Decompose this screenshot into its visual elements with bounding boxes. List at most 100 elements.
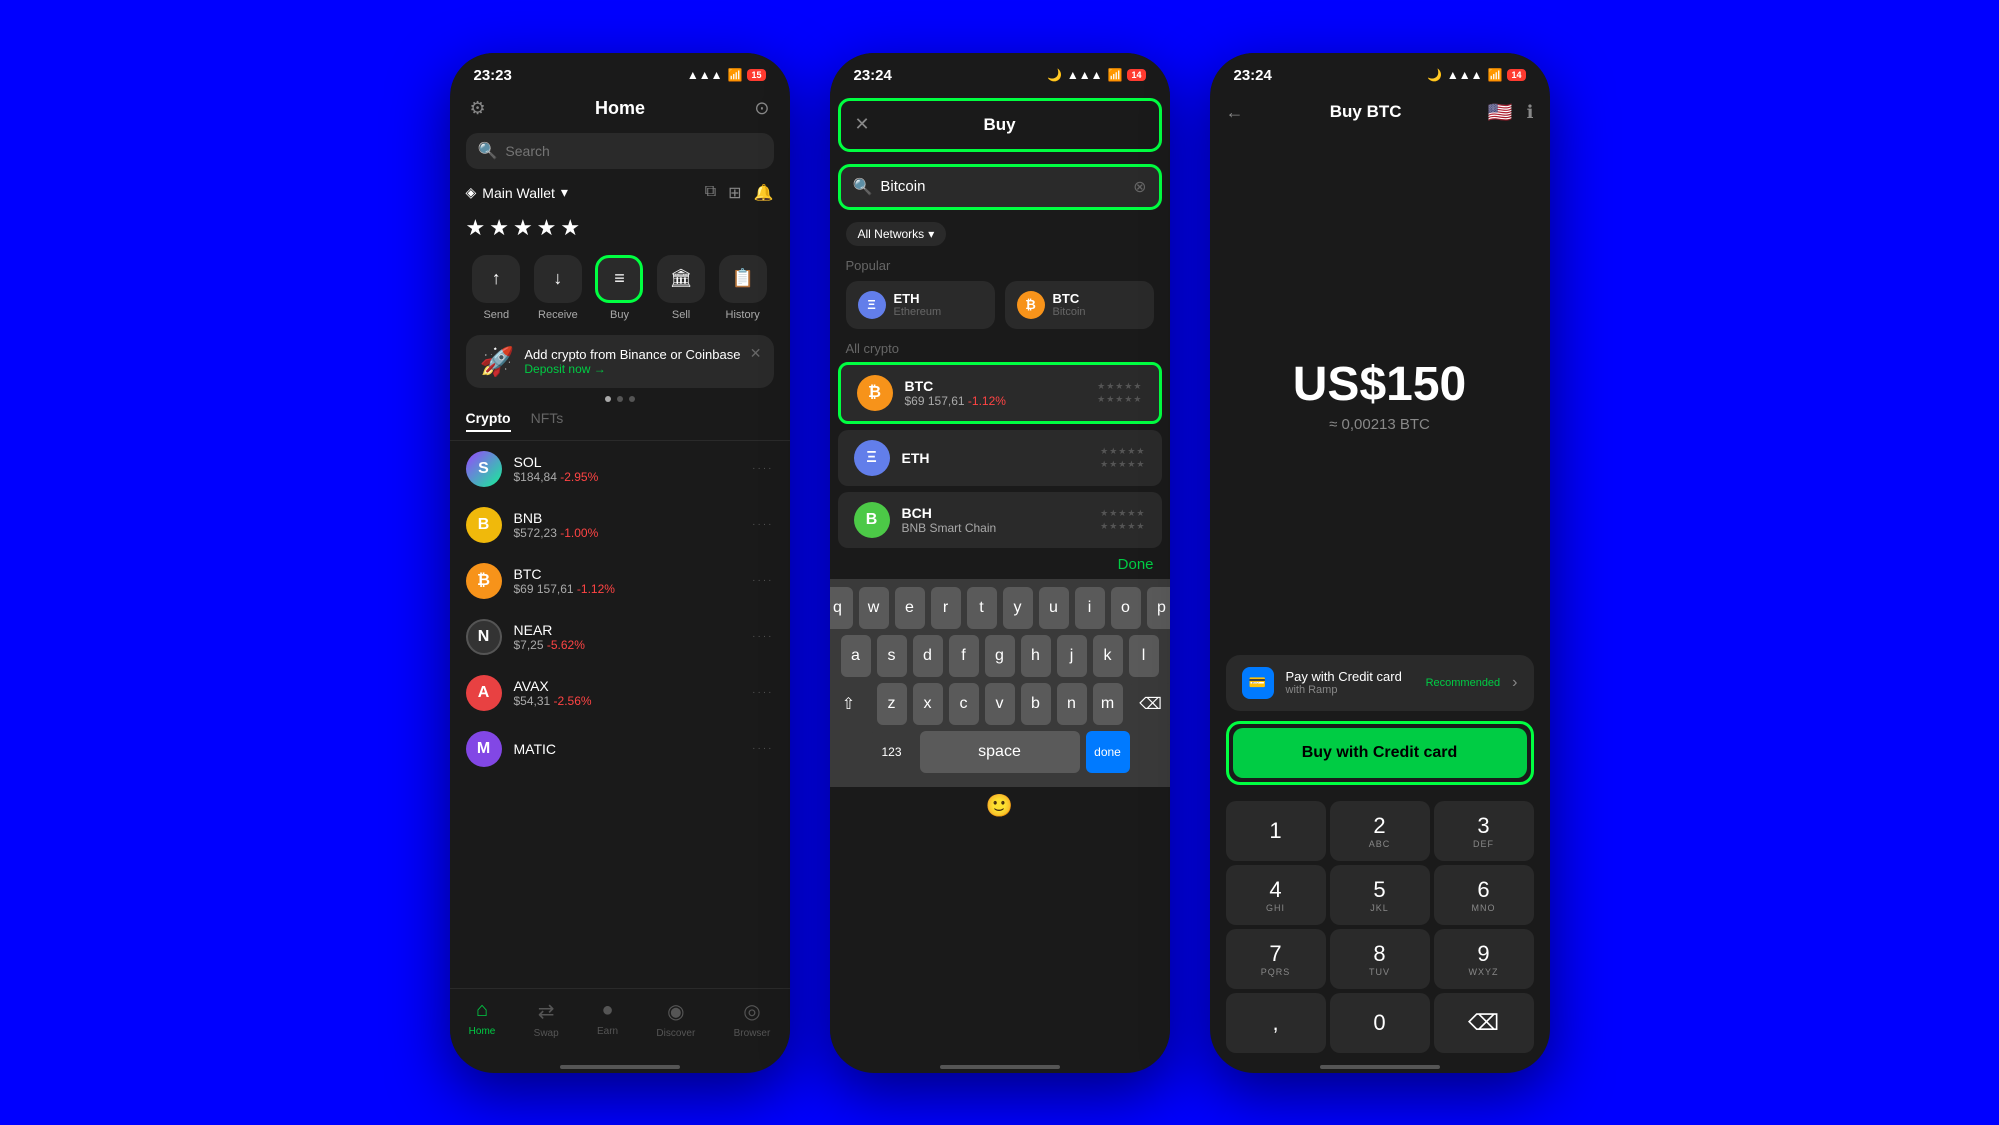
num-key-5[interactable]: 5 JKL bbox=[1330, 865, 1430, 925]
scan-icon[interactable]: ⊙ bbox=[754, 98, 769, 119]
flag-icon[interactable]: 🇺🇸 bbox=[1488, 100, 1513, 125]
bch-search-logo: B bbox=[854, 502, 890, 538]
key-f[interactable]: f bbox=[949, 635, 979, 677]
list-item[interactable]: ₿ BTC $69 157,61 -1.12% ···· bbox=[450, 553, 790, 609]
list-item[interactable]: A AVAX $54,31 -2.56% ···· bbox=[450, 665, 790, 721]
list-item[interactable]: M MATIC ···· bbox=[450, 721, 790, 777]
wallet-name[interactable]: ◈ Main Wallet ▾ bbox=[466, 184, 568, 201]
popular-btc[interactable]: ₿ BTC Bitcoin bbox=[1005, 281, 1154, 329]
bnb-menu[interactable]: ···· bbox=[752, 519, 773, 530]
key-v[interactable]: v bbox=[985, 683, 1015, 725]
action-buy[interactable]: ≡ Buy bbox=[595, 255, 643, 321]
action-receive[interactable]: ↓ Receive bbox=[534, 255, 582, 321]
network-pill[interactable]: All Networks ▾ bbox=[846, 222, 947, 246]
search-clear-icon[interactable]: ⊗ bbox=[1133, 177, 1146, 197]
chevron-down-icon-2: ▾ bbox=[928, 227, 934, 241]
done-key[interactable]: done bbox=[1086, 731, 1130, 773]
sol-menu[interactable]: ···· bbox=[752, 463, 773, 474]
key-u[interactable]: u bbox=[1039, 587, 1069, 629]
key-d[interactable]: d bbox=[913, 635, 943, 677]
num-key-backspace[interactable]: ⌫ bbox=[1434, 993, 1534, 1053]
num-key-8[interactable]: 8 TUV bbox=[1330, 929, 1430, 989]
status-time-3: 23:24 bbox=[1234, 67, 1272, 84]
promo-link[interactable]: Deposit now → bbox=[524, 362, 759, 376]
backspace-key[interactable]: ⌫ bbox=[1129, 683, 1170, 725]
num-key-4[interactable]: 4 GHI bbox=[1226, 865, 1326, 925]
avax-menu[interactable]: ···· bbox=[752, 687, 773, 698]
emoji-icon[interactable]: 🙂 bbox=[986, 793, 1013, 819]
key-t[interactable]: t bbox=[967, 587, 997, 629]
action-history[interactable]: 📋 History bbox=[719, 255, 767, 321]
action-sell[interactable]: 🏛 Sell bbox=[657, 255, 705, 321]
num-key-comma[interactable]: , bbox=[1226, 993, 1326, 1053]
num-sub-5: JKL bbox=[1370, 903, 1389, 913]
key-n[interactable]: n bbox=[1057, 683, 1087, 725]
num-key-9[interactable]: 9 WXYZ bbox=[1434, 929, 1534, 989]
key-p[interactable]: p bbox=[1147, 587, 1170, 629]
copy-icon[interactable]: ⧉ bbox=[705, 183, 716, 203]
back-icon[interactable]: ← bbox=[1226, 102, 1244, 123]
buy-close-icon[interactable]: ✕ bbox=[855, 114, 870, 135]
key-h[interactable]: h bbox=[1021, 635, 1051, 677]
nav-home[interactable]: ⌂ Home bbox=[469, 999, 496, 1039]
popular-eth[interactable]: Ξ ETH Ethereum bbox=[846, 281, 995, 329]
num-key-7[interactable]: 7 PQRS bbox=[1226, 929, 1326, 989]
shift-key[interactable]: ⇧ bbox=[830, 683, 871, 725]
num-key-1[interactable]: 1 bbox=[1226, 801, 1326, 861]
list-item[interactable]: S SOL $184,84 -2.95% ···· bbox=[450, 441, 790, 497]
key-r[interactable]: r bbox=[931, 587, 961, 629]
nav-swap[interactable]: ⇄ Swap bbox=[534, 999, 559, 1039]
key-e[interactable]: e bbox=[895, 587, 925, 629]
num-key-2[interactable]: 2 ABC bbox=[1330, 801, 1430, 861]
num-key-0[interactable]: 0 bbox=[1330, 993, 1430, 1053]
btc-menu[interactable]: ···· bbox=[752, 575, 773, 586]
key-x[interactable]: x bbox=[913, 683, 943, 725]
settings-icon[interactable]: ⚙ bbox=[470, 98, 486, 119]
key-c[interactable]: c bbox=[949, 683, 979, 725]
list-item[interactable]: N NEAR $7,25 -5.62% ···· bbox=[450, 609, 790, 665]
list-item[interactable]: B BNB $572,23 -1.00% ···· bbox=[450, 497, 790, 553]
avax-price: $54,31 -2.56% bbox=[514, 694, 741, 708]
key-w[interactable]: w bbox=[859, 587, 889, 629]
key-j[interactable]: j bbox=[1057, 635, 1087, 677]
search-input[interactable] bbox=[505, 143, 761, 159]
key-q[interactable]: q bbox=[830, 587, 853, 629]
key-b[interactable]: b bbox=[1021, 683, 1051, 725]
done-button[interactable]: Done bbox=[1118, 556, 1154, 573]
num-key-3[interactable]: 3 DEF bbox=[1434, 801, 1534, 861]
numbers-key[interactable]: 123 bbox=[870, 731, 914, 773]
key-a[interactable]: a bbox=[841, 635, 871, 677]
key-l[interactable]: l bbox=[1129, 635, 1159, 677]
search-result-eth[interactable]: Ξ ETH ★★★★★ ★★★★★ bbox=[838, 430, 1162, 486]
key-y[interactable]: y bbox=[1003, 587, 1033, 629]
key-m[interactable]: m bbox=[1093, 683, 1123, 725]
key-s[interactable]: s bbox=[877, 635, 907, 677]
tab-crypto[interactable]: Crypto bbox=[466, 410, 511, 432]
key-z[interactable]: z bbox=[877, 683, 907, 725]
nav-browser[interactable]: ◎ Browser bbox=[734, 999, 771, 1039]
search-bar[interactable]: 🔍 bbox=[466, 133, 774, 169]
bell-icon[interactable]: 🔔 bbox=[754, 183, 774, 203]
nav-discover[interactable]: ◉ Discover bbox=[656, 999, 695, 1039]
key-o[interactable]: o bbox=[1111, 587, 1141, 629]
near-menu[interactable]: ···· bbox=[752, 631, 773, 642]
grid-icon[interactable]: ⊞ bbox=[728, 183, 741, 203]
buy-search-wrap[interactable]: 🔍 ⊗ bbox=[838, 164, 1162, 210]
matic-menu[interactable]: ···· bbox=[752, 743, 773, 754]
nav-earn[interactable]: ● Earn bbox=[597, 999, 618, 1039]
search-result-btc[interactable]: ₿ BTC $69 157,61 -1.12% ★★★★★ ★★★★★ bbox=[838, 362, 1162, 424]
buy-search-input[interactable] bbox=[880, 178, 1125, 195]
tab-nfts[interactable]: NFTs bbox=[531, 410, 564, 432]
sol-info: SOL $184,84 -2.95% bbox=[514, 454, 741, 484]
key-i[interactable]: i bbox=[1075, 587, 1105, 629]
action-send[interactable]: ↑ Send bbox=[472, 255, 520, 321]
buy-credit-card-button[interactable]: Buy with Credit card bbox=[1233, 728, 1527, 778]
key-k[interactable]: k bbox=[1093, 635, 1123, 677]
space-key[interactable]: space bbox=[920, 731, 1080, 773]
num-key-6[interactable]: 6 MNO bbox=[1434, 865, 1534, 925]
key-g[interactable]: g bbox=[985, 635, 1015, 677]
promo-close-icon[interactable]: ✕ bbox=[750, 345, 762, 362]
search-result-bch[interactable]: B BCH BNB Smart Chain ★★★★★ ★★★★★ bbox=[838, 492, 1162, 548]
info-icon[interactable]: ℹ bbox=[1527, 102, 1534, 123]
payment-method[interactable]: 💳 Pay with Credit card with Ramp Recomme… bbox=[1226, 655, 1534, 711]
